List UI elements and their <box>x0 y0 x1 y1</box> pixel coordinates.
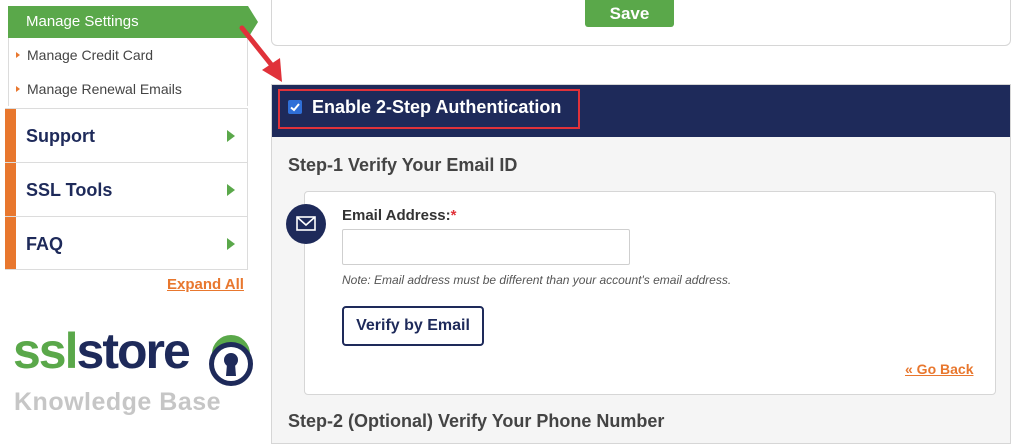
ssl-store-logo: sslstore Knowledge Base <box>13 322 258 432</box>
email-address-label: Email Address:* <box>342 207 457 224</box>
save-button[interactable]: Save <box>585 0 674 27</box>
keyhole-lock-icon <box>209 335 253 386</box>
sidebar-item-support[interactable]: Support <box>5 108 248 162</box>
sidebar-item-faq[interactable]: FAQ <box>5 216 248 270</box>
panel-header: Enable 2-Step Authentication <box>272 85 1010 137</box>
accent-bar <box>5 109 16 162</box>
pointer-arrow-icon <box>239 25 282 82</box>
logo-ssl: ssl <box>13 323 79 379</box>
enable-2step-checkbox[interactable] <box>288 100 302 114</box>
chevron-right-icon <box>227 184 235 196</box>
accent-bar <box>5 163 16 216</box>
email-field[interactable] <box>342 229 630 265</box>
chevron-right-icon <box>227 130 235 142</box>
email-label-text: Email Address: <box>342 207 451 224</box>
sidebar-item-label: Manage Settings <box>26 13 139 30</box>
sidebar-item-label: SSL Tools <box>26 180 113 200</box>
sidebar-item-manage-credit-card[interactable]: Manage Credit Card <box>8 38 248 72</box>
logo-store: store <box>76 323 191 379</box>
enable-2step-label: Enable 2-Step Authentication <box>312 97 562 117</box>
go-back-link[interactable]: « Go Back <box>905 361 973 377</box>
accent-bar <box>5 217 16 269</box>
step1-title: Step-1 Verify Your Email ID <box>288 155 518 175</box>
required-mark: * <box>450 207 457 224</box>
knowledge-base-label: Knowledge Base <box>14 388 222 416</box>
two-step-auth-panel: Enable 2-Step Authentication Step-1 Veri… <box>271 84 1011 444</box>
checkmark-icon <box>290 103 300 112</box>
sidebar-item-label: Support <box>26 126 95 146</box>
logo-wordmark: sslstore <box>13 322 191 380</box>
sidebar-item-label: FAQ <box>26 234 64 254</box>
verify-by-email-button[interactable]: Verify by Email <box>342 306 484 346</box>
expand-all-link[interactable]: Expand All <box>167 276 244 293</box>
sidebar-item-manage-settings[interactable]: Manage Settings <box>8 6 248 38</box>
chevron-right-icon <box>227 238 235 250</box>
sidebar-item-manage-renewal-emails[interactable]: Manage Renewal Emails <box>8 72 248 106</box>
step2-title: Step-2 (Optional) Verify Your Phone Numb… <box>288 411 665 431</box>
sidebar-item-label: Manage Credit Card <box>27 47 154 63</box>
sidebar-item-label: Manage Renewal Emails <box>27 81 182 97</box>
email-note: Note: Email address must be different th… <box>342 273 732 287</box>
sidebar-item-ssl-tools[interactable]: SSL Tools <box>5 162 248 216</box>
bullet-arrow-icon <box>16 52 20 58</box>
bullet-arrow-icon <box>16 86 20 92</box>
envelope-icon <box>286 204 326 244</box>
